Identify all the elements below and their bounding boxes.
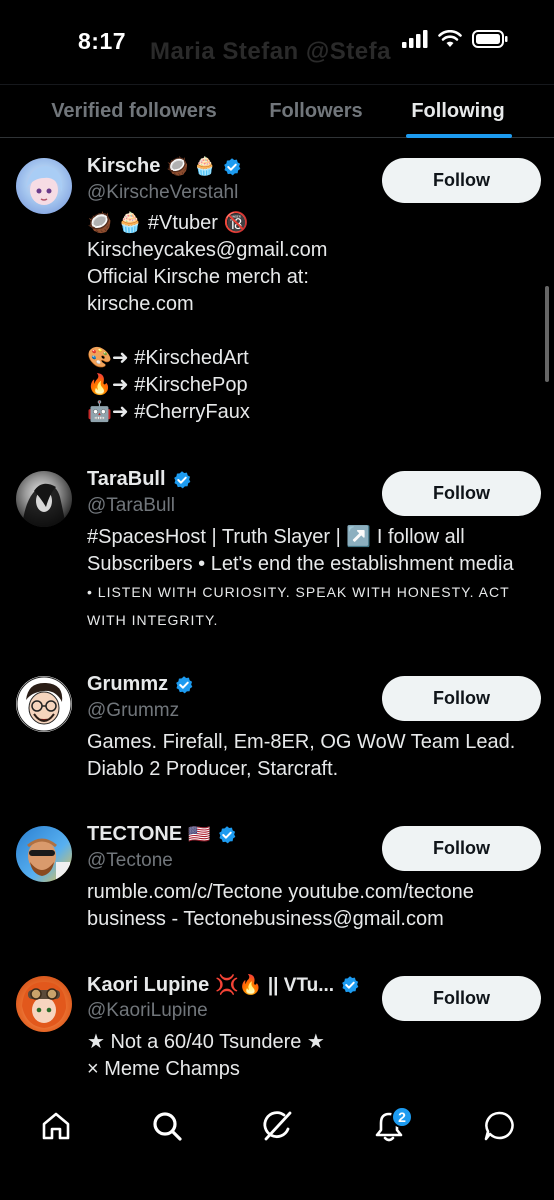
- user-handle: @KirscheVerstahl: [87, 182, 239, 203]
- bio-blank-line: [87, 318, 527, 345]
- user-bio: #SpacesHost | Truth Slayer | ↗️ I follow…: [87, 524, 547, 634]
- messages-icon: [484, 1111, 514, 1141]
- avatar[interactable]: [16, 976, 72, 1032]
- verified-badge-icon: [173, 470, 190, 488]
- verified-badge-icon: [176, 675, 193, 693]
- nav-search[interactable]: [142, 1101, 192, 1151]
- display-name[interactable]: Kirsche: [87, 155, 160, 178]
- name-row: TaraBull: [87, 468, 192, 491]
- verified-badge-icon: [218, 825, 235, 843]
- user-bio: rumble.com/c/Tectone youtube.com/tectone…: [87, 879, 547, 933]
- follow-button[interactable]: Follow: [382, 976, 541, 1021]
- follow-button[interactable]: Follow: [382, 826, 541, 871]
- name-row: Kirsche 🥥 🧁: [87, 155, 242, 178]
- user-bio: Games. Firefall, Em-8ER, OG WoW Team Lea…: [87, 729, 547, 783]
- list-item[interactable]: Grummz @Grummz Follow Games. Firefall, E…: [0, 657, 554, 807]
- bio-hashtag-line[interactable]: 🔥➜ #KirschePop: [87, 372, 527, 399]
- cellular-signal-icon: [402, 30, 428, 48]
- bio-line: Official Kirsche merch at:: [87, 266, 309, 288]
- list-item[interactable]: TaraBull @TaraBull Follow #SpacesHost | …: [0, 452, 554, 652]
- verified-badge-icon: [342, 976, 359, 994]
- nav-notifications[interactable]: 2: [364, 1101, 414, 1151]
- bio-line: #SpacesHost | Truth Slayer | ↗️ I follow…: [87, 526, 465, 548]
- bio-line: ★ Not a 60/40 Tsundere ★: [87, 1031, 325, 1053]
- bio-line: WITH INTEGRITY.: [87, 612, 219, 628]
- tab-verified-followers[interactable]: Verified followers: [28, 85, 240, 138]
- follow-button[interactable]: Follow: [382, 158, 541, 203]
- nav-grok[interactable]: [252, 1101, 302, 1151]
- follow-tabs: Verified followers Followers Following: [0, 84, 554, 138]
- bio-line: × Meme Champs: [87, 1058, 240, 1080]
- battery-icon: [472, 30, 508, 48]
- search-icon: [153, 1112, 182, 1141]
- avatar[interactable]: [16, 676, 72, 732]
- nav-messages[interactable]: [474, 1101, 524, 1151]
- user-bio: 🥥 🧁 #Vtuber 🔞 Kirscheycakes@gmail.com Of…: [87, 210, 527, 426]
- flag-emoji: 🇺🇸: [188, 824, 211, 844]
- display-name[interactable]: TaraBull: [87, 468, 166, 491]
- bio-line: business - Tectonebusiness@gmail.com: [87, 908, 444, 930]
- avatar[interactable]: [16, 471, 72, 527]
- display-name[interactable]: Kaori Lupine: [87, 974, 209, 997]
- header-title-faded: Maria Stefan @Stefa: [150, 38, 391, 65]
- tab-followers[interactable]: Followers: [256, 85, 376, 138]
- display-name[interactable]: Grummz: [87, 673, 168, 696]
- bio-website-link[interactable]: kirsche.com: [87, 291, 527, 318]
- name-suffix: 💢🔥 || VTu...: [215, 975, 335, 996]
- user-handle: @TaraBull: [87, 495, 175, 516]
- avatar[interactable]: [16, 158, 72, 214]
- name-row: Kaori Lupine 💢🔥 || VTu...: [87, 973, 360, 997]
- follow-button[interactable]: Follow: [382, 471, 541, 516]
- wifi-icon: [438, 30, 462, 47]
- list-item[interactable]: Kaori Lupine 💢🔥 || VTu... @KaoriLupine F…: [0, 957, 554, 1089]
- follow-button[interactable]: Follow: [382, 676, 541, 721]
- home-icon: [42, 1112, 70, 1140]
- name-row: Grummz: [87, 673, 194, 696]
- user-handle: @KaoriLupine: [87, 1000, 208, 1021]
- list-item[interactable]: TECTONE 🇺🇸 @Tectone Follow rumble.com/c/…: [0, 807, 554, 957]
- bio-hashtag-line[interactable]: 🤖➜ #CherryFaux: [87, 399, 527, 426]
- status-bar: Maria Stefan @Stefa 8:17: [0, 0, 554, 84]
- display-name[interactable]: TECTONE: [87, 823, 182, 846]
- bottom-nav: 2: [0, 1089, 554, 1200]
- bio-line: Games. Firefall, Em-8ER, OG WoW Team Lea…: [87, 731, 516, 753]
- bio-line: 🥥 🧁 #Vtuber 🔞: [87, 212, 249, 234]
- user-handle: @Grummz: [87, 700, 180, 721]
- name-row: TECTONE 🇺🇸: [87, 823, 237, 846]
- bio-line: Subscribers • Let's end the establishmen…: [87, 553, 514, 575]
- avatar[interactable]: [16, 826, 72, 882]
- name-emoji: 🥥 🧁: [166, 156, 217, 176]
- verified-badge-icon: [224, 157, 241, 175]
- active-tab-indicator: [406, 134, 512, 138]
- following-list[interactable]: Kirsche 🥥 🧁 @KirscheVerstahl Follow 🥥 🧁 …: [0, 139, 554, 1089]
- bio-line: Diablo 2 Producer, Starcraft.: [87, 758, 339, 780]
- user-handle: @Tectone: [87, 850, 173, 871]
- bio-hashtag-line[interactable]: 🎨➜ #KirschedArt: [87, 345, 527, 372]
- bio-email-link[interactable]: Kirscheycakes@gmail.com: [87, 237, 527, 264]
- scrollbar[interactable]: [545, 286, 549, 382]
- grok-icon: [263, 1111, 292, 1141]
- status-time: 8:17: [78, 28, 127, 54]
- status-icons: [402, 30, 508, 48]
- tab-following[interactable]: Following: [400, 85, 516, 138]
- bio-line: • LISTEN WITH CURIOSITY. SPEAK WITH HONE…: [87, 584, 510, 600]
- bio-link-line[interactable]: rumble.com/c/Tectone youtube.com/tectone: [87, 879, 547, 906]
- user-bio: ★ Not a 60/40 Tsundere ★ × Meme Champs: [87, 1029, 547, 1083]
- list-item[interactable]: Kirsche 🥥 🧁 @KirscheVerstahl Follow 🥥 🧁 …: [0, 139, 554, 459]
- notification-count-badge: 2: [391, 1106, 413, 1128]
- nav-home[interactable]: [31, 1101, 81, 1151]
